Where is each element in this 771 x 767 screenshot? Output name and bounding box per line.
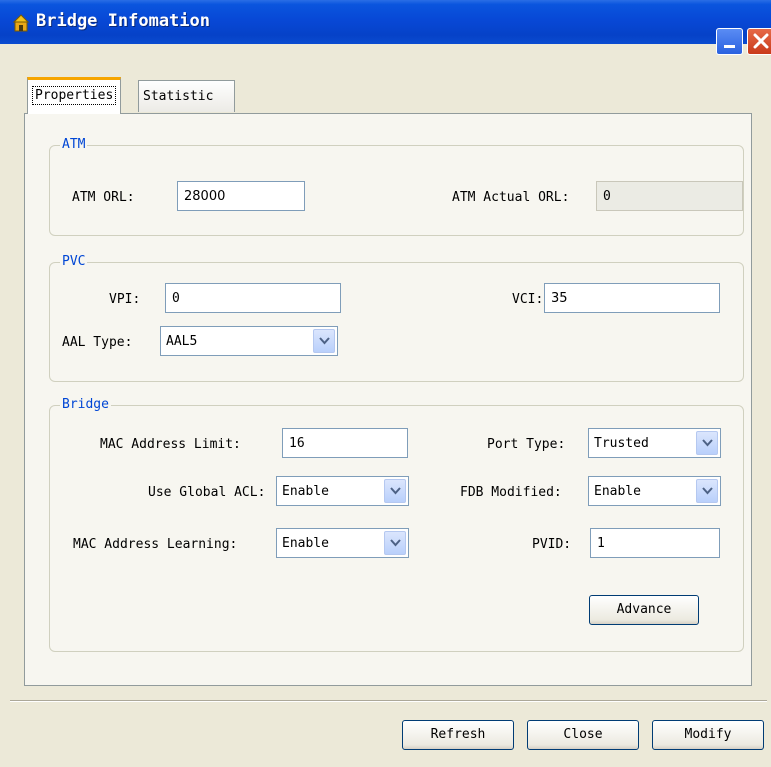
window-title: Bridge Infomation <box>36 11 210 31</box>
vpi-label: VPI: <box>109 292 141 307</box>
mac-address-learning-select[interactable]: Enable <box>276 528 409 558</box>
mac-address-learning-dropdown-arrow[interactable] <box>384 531 406 555</box>
tab-properties-label: Properties <box>32 86 117 105</box>
app-icon <box>10 12 32 34</box>
chevron-down-icon <box>702 487 713 495</box>
modify-button[interactable]: Modify <box>652 720 764 750</box>
vpi-input[interactable]: 0 <box>165 283 341 313</box>
vci-input[interactable]: 35 <box>544 283 720 313</box>
bridge-group: Bridge MAC Address Limit: 16 Port Type: … <box>49 397 744 652</box>
pvid-input[interactable]: 1 <box>590 528 720 558</box>
footer-divider-highlight <box>10 701 767 702</box>
fdb-modified-value: Enable <box>594 484 641 499</box>
fdb-modified-label: FDB Modified: <box>460 485 562 500</box>
port-type-dropdown-arrow[interactable] <box>696 431 718 455</box>
advance-button[interactable]: Advance <box>589 595 699 625</box>
fdb-modified-select[interactable]: Enable <box>588 476 721 506</box>
tab-statistic[interactable]: Statistic <box>138 80 235 112</box>
chevron-down-icon <box>390 487 401 495</box>
vci-label: VCI: <box>512 292 544 307</box>
mac-address-learning-value: Enable <box>282 536 329 551</box>
mac-address-limit-label: MAC Address Limit: <box>100 437 241 452</box>
use-global-acl-dropdown-arrow[interactable] <box>384 479 406 503</box>
atm-actual-orl-field: 0 <box>596 181 743 211</box>
close-window-button[interactable] <box>747 28 771 55</box>
aal-type-select[interactable]: AAL5 <box>160 326 338 356</box>
chevron-down-icon <box>390 539 401 547</box>
pvc-group: PVC VPI: 0 VCI: 35 AAL Type: AAL5 <box>49 254 744 382</box>
chevron-down-icon <box>319 337 330 345</box>
tab-statistic-label: Statistic <box>143 89 214 104</box>
bridge-legend: Bridge <box>60 397 111 412</box>
aal-type-dropdown-arrow[interactable] <box>313 329 335 353</box>
port-type-label: Port Type: <box>487 437 566 452</box>
atm-group: ATM ATM ORL: 28000 ATM Actual ORL: 0 <box>49 137 744 236</box>
close-icon <box>753 33 769 49</box>
mac-address-learning-label: MAC Address Learning: <box>73 537 238 552</box>
use-global-acl-select[interactable]: Enable <box>276 476 409 506</box>
window-frame-left <box>0 44 10 767</box>
refresh-button[interactable]: Refresh <box>402 720 514 750</box>
aal-type-value: AAL5 <box>166 334 198 349</box>
pvid-label: PVID: <box>532 537 572 552</box>
port-type-select[interactable]: Trusted <box>588 428 721 458</box>
properties-panel: ATM ATM ORL: 28000 ATM Actual ORL: 0 PVC… <box>24 113 752 686</box>
use-global-acl-value: Enable <box>282 484 329 499</box>
chevron-down-icon <box>702 439 713 447</box>
title-bar[interactable]: Bridge Infomation <box>0 0 771 55</box>
port-type-value: Trusted <box>594 436 649 451</box>
atm-legend: ATM <box>60 137 88 152</box>
atm-orl-input[interactable]: 28000 <box>177 181 305 211</box>
minimize-icon <box>724 45 735 48</box>
atm-orl-label: ATM ORL: <box>72 190 135 205</box>
use-global-acl-label: Use Global ACL: <box>148 485 266 500</box>
minimize-button[interactable] <box>716 28 743 55</box>
mac-address-limit-input[interactable]: 16 <box>282 428 408 458</box>
fdb-modified-dropdown-arrow[interactable] <box>696 479 718 503</box>
aal-type-label: AAL Type: <box>62 335 133 350</box>
atm-actual-orl-label: ATM Actual ORL: <box>452 190 570 205</box>
bridge-info-window: Bridge Infomation Properties Statistic A… <box>0 0 771 767</box>
tab-properties[interactable]: Properties <box>27 77 122 114</box>
close-button[interactable]: Close <box>527 720 639 750</box>
pvc-legend: PVC <box>60 254 88 269</box>
